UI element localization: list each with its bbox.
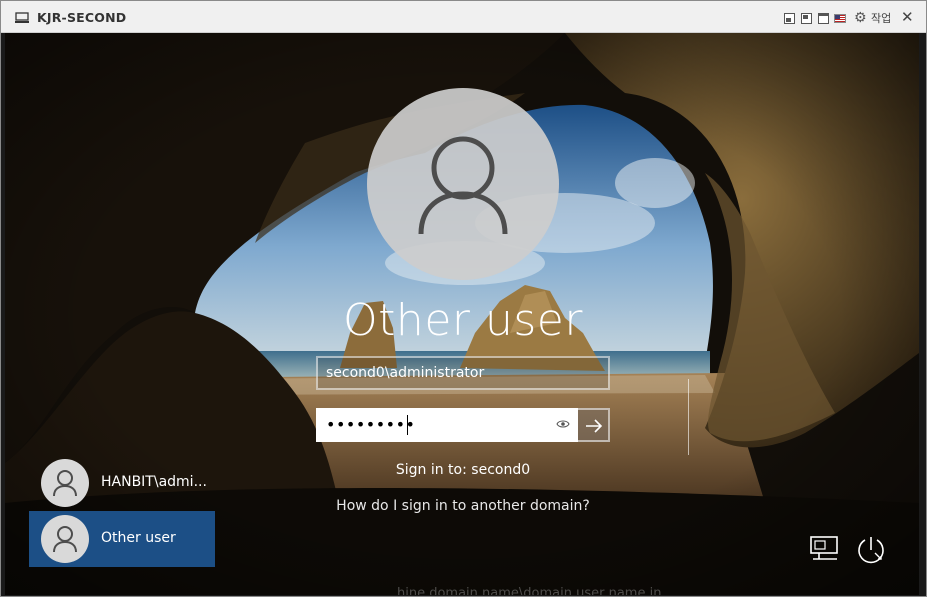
fullscreen-button[interactable] xyxy=(818,13,829,24)
user-tile-label: Other user xyxy=(101,530,176,546)
close-icon[interactable]: ✕ xyxy=(901,8,914,26)
login-heading: Other user xyxy=(343,295,583,346)
password-mask: ••••••••• xyxy=(326,415,416,434)
view-mode-2-button[interactable] xyxy=(801,13,812,24)
partial-hint-text: hine domain name\domain user name in xyxy=(397,586,662,595)
username-value: second0\administrator xyxy=(326,365,485,381)
window-title: KJR-SECOND xyxy=(37,10,127,25)
user-tile-other[interactable]: Other user xyxy=(29,511,215,567)
text-caret xyxy=(407,415,408,435)
power-icon[interactable] xyxy=(855,533,887,565)
sign-in-target: Sign in to: second0 xyxy=(395,462,531,478)
user-tile-label: HANBIT\admi... xyxy=(101,474,207,490)
titlebar: KJR-SECOND ⚙ 작업 ✕ xyxy=(1,1,926,33)
actions-menu[interactable]: 작업 xyxy=(871,10,891,26)
username-field[interactable]: second0\administrator xyxy=(316,356,610,390)
monitor-icon xyxy=(15,12,29,23)
arrow-right-icon xyxy=(586,419,603,433)
view-mode-1-button[interactable] xyxy=(784,13,795,24)
divider-line xyxy=(688,379,689,455)
password-field[interactable]: ••••••••• xyxy=(316,408,578,442)
submit-button[interactable] xyxy=(578,408,610,442)
lock-screen: Other user second0\administrator •••••••… xyxy=(5,33,919,595)
domain-help-link[interactable]: How do I sign in to another domain? xyxy=(205,498,721,514)
network-icon[interactable] xyxy=(809,535,841,563)
eye-icon[interactable] xyxy=(556,417,570,431)
user-avatar-icon xyxy=(367,88,559,280)
user-tile-hanbit[interactable]: HANBIT\admi... xyxy=(29,455,215,511)
user-avatar-icon xyxy=(41,515,89,563)
keyboard-layout-flag-icon[interactable] xyxy=(834,14,846,23)
user-avatar-icon xyxy=(41,459,89,507)
gear-icon[interactable]: ⚙ xyxy=(854,10,867,26)
vm-console-window: KJR-SECOND ⚙ 작업 ✕ Other user second0\adm… xyxy=(0,0,927,597)
